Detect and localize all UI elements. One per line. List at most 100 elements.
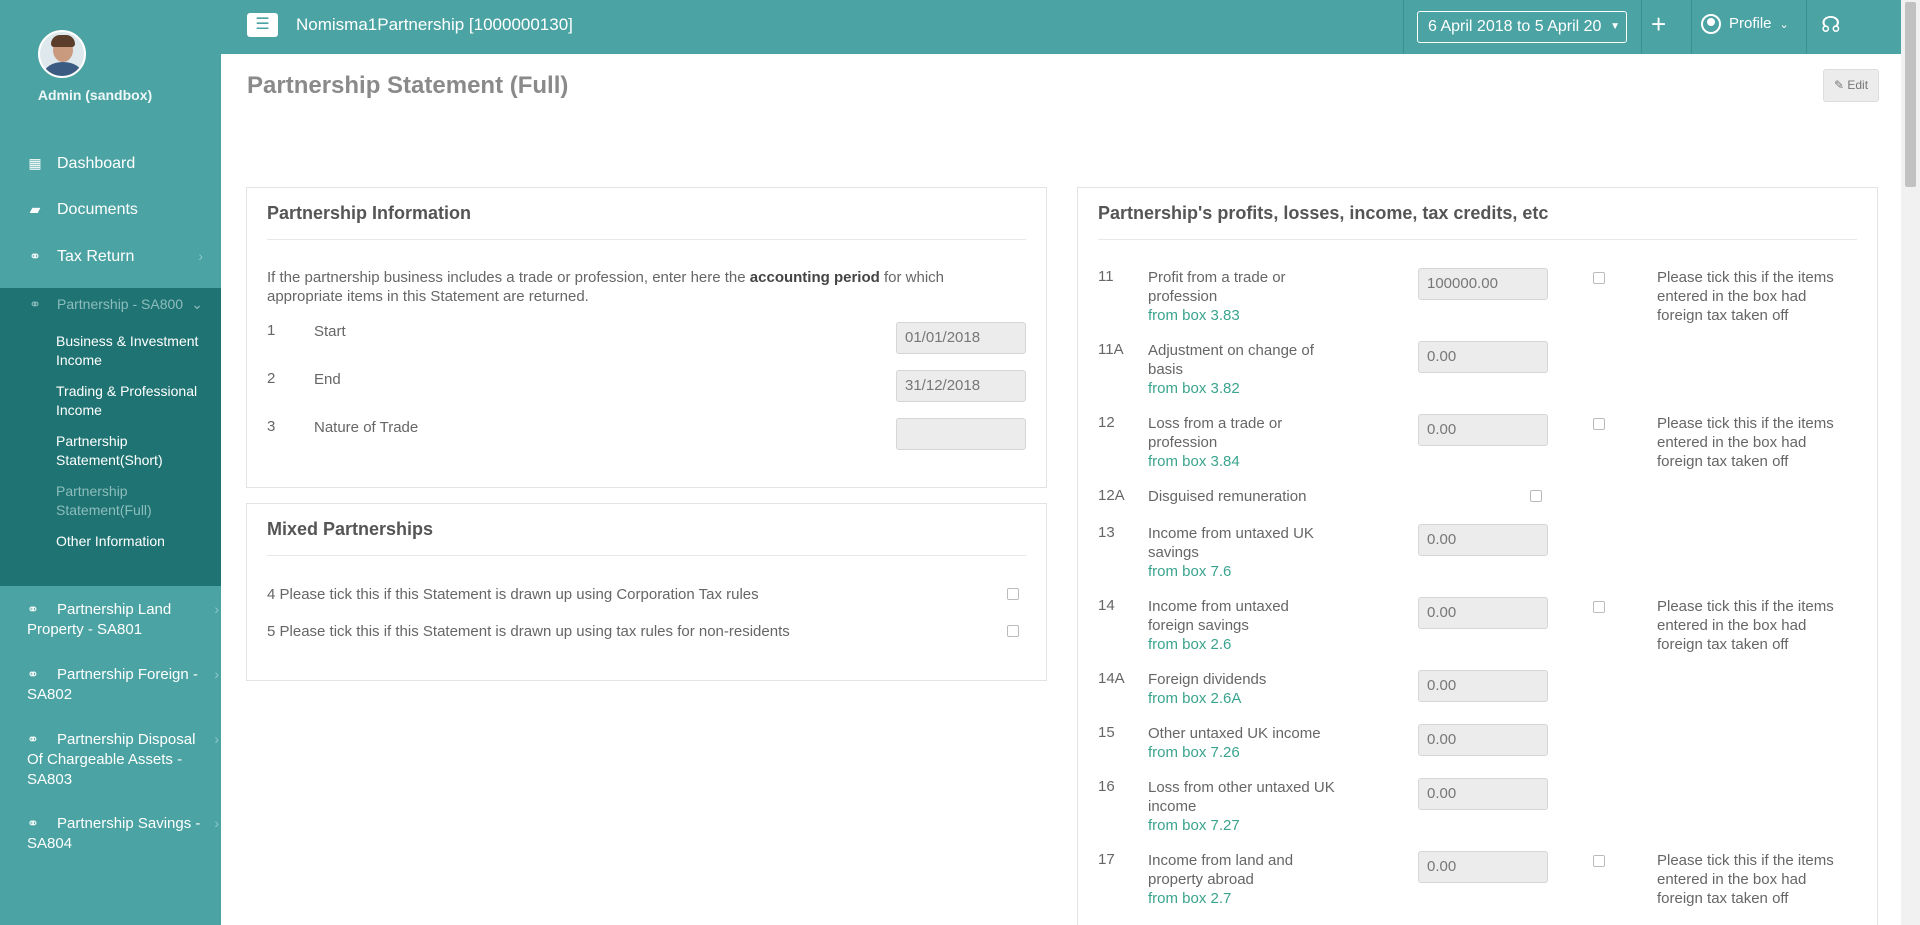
sidebar-item-documents[interactable]: ▰ Documents: [0, 201, 221, 221]
dashboard-icon: ▦: [28, 155, 42, 171]
panel-title: Partnership Information: [267, 203, 472, 223]
box-source: from box 7.6: [1148, 563, 1232, 580]
sidebar-item-label: Partnership Foreign - SA802: [27, 666, 198, 703]
sidebar-subitem-business-investment[interactable]: Business & Investment Income: [56, 332, 216, 370]
divider: [1098, 239, 1857, 240]
sidebar-subitem-other-information[interactable]: Other Information: [56, 532, 216, 551]
start-date-field[interactable]: 01/01/2018: [896, 322, 1026, 354]
loss-trade-field[interactable]: 0.00: [1418, 414, 1548, 446]
sidebar-item-sa801[interactable]: ⚭ Partnership Land Property - SA801 ›: [27, 599, 219, 640]
foreign-tax-checkbox[interactable]: [1593, 855, 1605, 867]
box-number: 15: [1098, 724, 1115, 741]
divider: [267, 555, 1026, 556]
box-label: Other untaxed UK income: [1148, 725, 1321, 742]
sidebar-item-label: Partnership - SA800: [57, 296, 184, 312]
divider: [1403, 0, 1404, 54]
sidebar-subitem-trading-professional[interactable]: Trading & Professional Income: [56, 382, 216, 420]
start-label: Start: [314, 323, 346, 340]
accounting-period-intro: If the partnership business includes a t…: [267, 269, 945, 305]
untaxed-foreign-savings-field[interactable]: 0.00: [1418, 597, 1548, 629]
non-residents-rules-checkbox[interactable]: [1007, 625, 1019, 637]
sidebar-item-label: Partnership Disposal Of Chargeable Asset…: [27, 731, 196, 788]
profile-menu[interactable]: Profile ⌄: [1701, 14, 1789, 34]
sitemap-icon: ⚭: [27, 815, 39, 831]
profit-trade-field[interactable]: 100000.00: [1418, 268, 1548, 300]
box-label: Foreign dividends: [1148, 671, 1267, 688]
nature-of-trade-label: Nature of Trade: [314, 419, 419, 436]
edit-button[interactable]: ✎ Edit: [1823, 69, 1879, 102]
box-label: Income from land and property abroad: [1148, 852, 1294, 888]
chevron-right-icon: ›: [214, 601, 219, 617]
sidebar-item-tax-return[interactable]: ⚭ Tax Return ›: [0, 248, 221, 268]
sidebar-item-label: Partnership Land Property - SA801: [27, 601, 172, 638]
disguised-remuneration-checkbox[interactable]: [1530, 490, 1542, 502]
panel-title: Mixed Partnerships: [267, 519, 434, 539]
edit-icon: ✎: [1833, 78, 1848, 92]
box-number: 11: [1098, 268, 1114, 285]
box-number: 16: [1098, 778, 1115, 795]
untaxed-uk-savings-field[interactable]: 0.00: [1418, 524, 1548, 556]
box-number: 12: [1098, 414, 1115, 431]
sidebar-submenu: ⚭ Partnership - SA800 ⌄ Business & Inves…: [0, 288, 221, 586]
sidebar-item-sa802[interactable]: ⚭ Partnership Foreign - SA802 ›: [27, 664, 219, 705]
avatar[interactable]: [38, 30, 86, 78]
user-icon: [1701, 14, 1721, 34]
foreign-tax-note: Please tick this if the items entered in…: [1657, 269, 1834, 324]
foreign-tax-checkbox[interactable]: [1593, 601, 1605, 613]
profits-panel: Partnership's profits, losses, income, t…: [1077, 187, 1878, 925]
foreign-dividends-field[interactable]: 0.00: [1418, 670, 1548, 702]
loss-other-untaxed-field[interactable]: 0.00: [1418, 778, 1548, 810]
sidebar-subitem-statement-short[interactable]: Partnership Statement(Short): [56, 432, 216, 470]
sidebar-item-sa803[interactable]: ⚭ Partnership Disposal Of Chargeable Asse…: [27, 729, 219, 790]
foreign-tax-checkbox[interactable]: [1593, 418, 1605, 430]
add-button[interactable]: +: [1651, 9, 1666, 39]
chevron-right-icon: ›: [214, 731, 219, 747]
end-date-field[interactable]: 31/12/2018: [896, 370, 1026, 402]
menu-toggle-button[interactable]: ☰: [247, 13, 278, 37]
box-number: 11A: [1098, 341, 1124, 358]
page-title: Partnership Statement (Full): [247, 72, 569, 99]
end-label: End: [314, 371, 341, 388]
sitemap-icon: ⚭: [29, 248, 41, 264]
sidebar-item-label: Partnership Savings - SA804: [27, 815, 201, 852]
sitemap-icon: ⚭: [29, 296, 41, 312]
sidebar-subitem-statement-full[interactable]: Partnership Statement(Full): [56, 482, 216, 520]
nature-of-trade-field[interactable]: [896, 418, 1026, 450]
folder-icon: ▰: [29, 201, 41, 217]
partnership-information-panel: Partnership Information If the partnersh…: [246, 187, 1047, 488]
sidebar-item-sa804[interactable]: ⚭ Partnership Savings - SA804 ›: [27, 813, 219, 854]
adjustment-field[interactable]: 0.00: [1418, 341, 1548, 373]
land-property-abroad-field[interactable]: 0.00: [1418, 851, 1548, 883]
divider: [1806, 0, 1807, 54]
sidebar: Admin (sandbox) ▦ Dashboard ▰ Documents …: [0, 0, 221, 925]
non-residents-rules-label: 5 Please tick this if this Statement is …: [267, 623, 790, 640]
box-source: from box 2.6: [1148, 636, 1232, 653]
app-title: Nomisma1Partnership [1000000130]: [296, 15, 573, 34]
box-number: 17: [1098, 851, 1115, 868]
scroll-thumb[interactable]: [1905, 2, 1916, 187]
hamburger-icon: ☰: [255, 16, 270, 33]
row-number: 3: [267, 418, 276, 435]
sitemap-icon: ⚭: [27, 601, 39, 617]
mixed-partnerships-panel: Mixed Partnerships 4 Please tick this if…: [246, 503, 1047, 681]
sidebar-item-label: Dashboard: [57, 155, 136, 172]
period-select[interactable]: 6 April 2018 to 5 April 20 ▼: [1417, 11, 1627, 43]
chevron-right-icon: ›: [214, 666, 219, 682]
other-untaxed-uk-income-field[interactable]: 0.00: [1418, 724, 1548, 756]
box-label: Adjustment on change of basis: [1148, 342, 1314, 378]
corporation-tax-rules-checkbox[interactable]: [1007, 588, 1019, 600]
caret-down-icon: ▼: [1610, 21, 1620, 32]
corporation-tax-rules-label: 4 Please tick this if this Statement is …: [267, 586, 759, 603]
box-label: Income from untaxed UK savings: [1148, 525, 1314, 561]
sidebar-item-partnership-sa800[interactable]: ⚭ Partnership - SA800 ⌄: [0, 296, 221, 324]
scrollbar[interactable]: [1901, 0, 1920, 925]
sidebar-item-dashboard[interactable]: ▦ Dashboard: [0, 155, 221, 175]
foreign-tax-note: Please tick this if the items entered in…: [1657, 415, 1834, 470]
sitemap-icon: ⚭: [27, 666, 39, 682]
row-number: 2: [267, 370, 276, 387]
chevron-down-icon: ⌄: [1779, 18, 1789, 31]
foreign-tax-checkbox[interactable]: [1593, 272, 1605, 284]
box-label: Loss from other untaxed UK income: [1148, 779, 1335, 815]
box-source: from box 3.83: [1148, 307, 1240, 324]
headset-icon[interactable]: ☊: [1821, 12, 1841, 38]
